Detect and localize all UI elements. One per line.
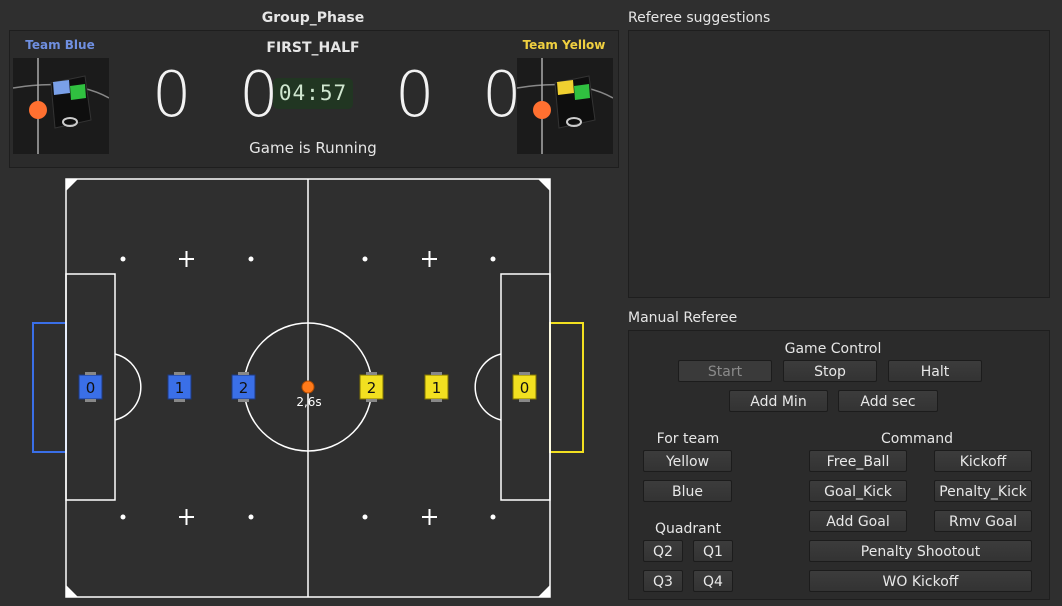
game-status: Game is Running <box>249 139 377 157</box>
corner-br <box>538 585 550 597</box>
team-yellow-button[interactable]: Yellow <box>643 450 732 472</box>
yellow-robot-0-label: 0 <box>520 379 530 397</box>
yellow-robot-2[interactable]: 2 <box>359 372 384 402</box>
yellow-robot-1[interactable]: 1 <box>424 372 449 402</box>
blue-robot-1[interactable]: 1 <box>167 372 192 402</box>
add-goal-button[interactable]: Add Goal <box>809 510 907 532</box>
yellow-goal <box>549 322 584 453</box>
quadrant-q4-button[interactable]: Q4 <box>693 570 733 592</box>
quadrant-q2-button[interactable]: Q2 <box>643 540 683 562</box>
manual-referee-title: Manual Referee <box>628 310 738 326</box>
half-label: FIRST_HALF <box>266 40 360 56</box>
ball <box>301 380 315 394</box>
add-min-button[interactable]: Add Min <box>729 390 828 412</box>
kickoff-button[interactable]: Kickoff <box>934 450 1032 472</box>
yellow-penalty-arc <box>474 353 502 421</box>
phase-title: Group_Phase <box>261 10 365 26</box>
remove-goal-button[interactable]: Rmv Goal <box>934 510 1032 532</box>
game-timer: 04:57 <box>273 78 353 109</box>
corner-tr <box>538 179 550 191</box>
blue-penalty-arc <box>114 353 142 421</box>
blue-robot-1-label: 1 <box>175 379 185 397</box>
team-blue-button[interactable]: Blue <box>643 480 732 502</box>
stop-button[interactable]: Stop <box>783 360 877 382</box>
blue-robot-0-label: 0 <box>86 379 96 397</box>
team-blue-name: Team Blue <box>25 38 95 52</box>
game-control-title: Game Control <box>784 341 882 357</box>
command-title: Command <box>881 431 953 447</box>
blue-robot-0[interactable]: 0 <box>78 372 103 402</box>
team-yellow-score: 0 0 <box>395 58 536 131</box>
yellow-robot-2-label: 2 <box>367 379 377 397</box>
penalty-shootout-button[interactable]: Penalty Shootout <box>809 540 1032 562</box>
add-sec-button[interactable]: Add sec <box>838 390 938 412</box>
for-team-title: For team <box>656 431 720 447</box>
wo-kickoff-button[interactable]: WO Kickoff <box>809 570 1032 592</box>
corner-bl <box>66 585 78 597</box>
yellow-robot-0[interactable]: 0 <box>512 372 537 402</box>
penalty-kick-button[interactable]: Penalty_Kick <box>934 480 1032 502</box>
quadrant-q3-button[interactable]: Q3 <box>643 570 683 592</box>
free-ball-button[interactable]: Free_Ball <box>809 450 907 472</box>
team-blue-score: 0 0 <box>152 58 293 131</box>
corner-tl <box>66 179 78 191</box>
quadrant-title: Quadrant <box>654 521 722 537</box>
yellow-robot-1-label: 1 <box>432 379 442 397</box>
referee-suggestions-title: Referee suggestions <box>628 10 771 26</box>
ball-timer-label: 2,6s <box>296 395 321 409</box>
field-view[interactable]: 0 1 2 2 1 0 2,6s <box>31 178 586 598</box>
halt-button[interactable]: Halt <box>888 360 982 382</box>
blue-robot-2-label: 2 <box>239 379 249 397</box>
quadrant-q1-button[interactable]: Q1 <box>693 540 733 562</box>
blue-goal <box>32 322 67 453</box>
team-yellow-name: Team Yellow <box>522 38 606 52</box>
referee-suggestions-panel <box>628 30 1050 298</box>
start-button[interactable]: Start <box>678 360 772 382</box>
goal-kick-button[interactable]: Goal_Kick <box>809 480 907 502</box>
team-blue-robot-image <box>13 58 109 154</box>
blue-robot-2[interactable]: 2 <box>231 372 256 402</box>
